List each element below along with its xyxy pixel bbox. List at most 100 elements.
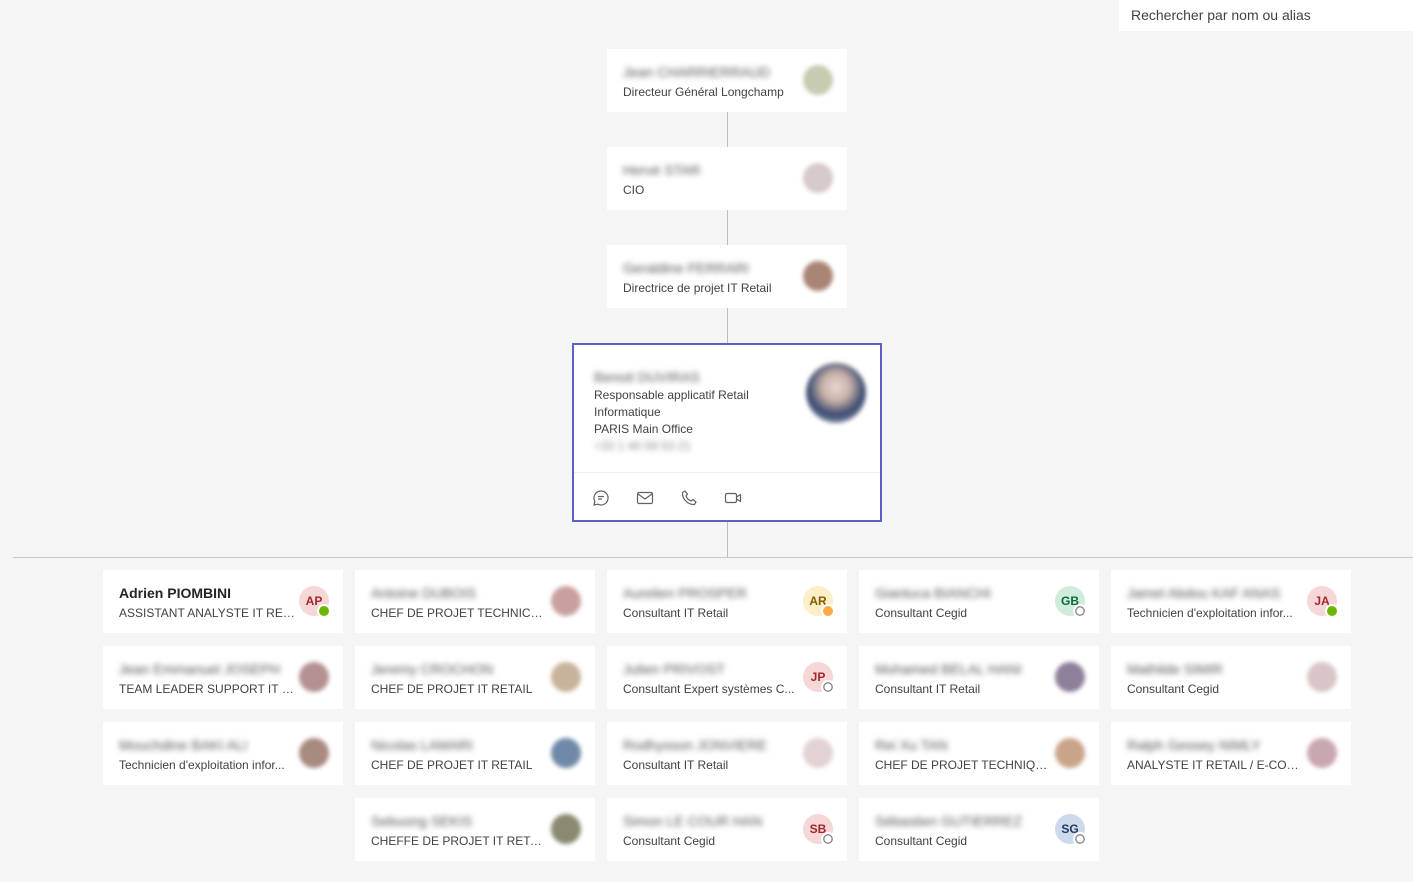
direct-report-card[interactable]: Jeremy CROCHON CHEF DE PROJET IT RETAIL: [355, 646, 595, 709]
person-title: Technicien d'exploitation infor...: [119, 758, 285, 772]
person-title: TEAM LEADER SUPPORT IT RE...: [119, 682, 295, 696]
direct-report-card[interactable]: Mohamed BELAL HANI Consultant IT Retail: [859, 646, 1099, 709]
person-title: Consultant Cegid: [623, 834, 716, 848]
person-name: Antoine DUBOIS: [371, 585, 477, 601]
avatar: [551, 814, 581, 844]
person-name: Mohamed BELAL HANI: [875, 661, 1022, 677]
direct-report-card[interactable]: Mouchdine BAKI ALI Technicien d'exploitat…: [103, 722, 343, 785]
direct-report-card[interactable]: Simon LE COUR HAN Consultant Cegid SB: [607, 798, 847, 861]
direct-report-card[interactable]: Adrien PIOMBINI ASSISTANT ANALYSTE IT RET…: [103, 570, 343, 633]
search-input[interactable]: Rechercher par nom ou alias: [1119, 0, 1413, 31]
presence-status-icon: [821, 680, 835, 694]
avatar: [803, 261, 833, 291]
chat-icon[interactable]: [592, 489, 610, 507]
direct-report-card[interactable]: Nicolas LAMARI CHEF DE PROJET IT RETAIL: [355, 722, 595, 785]
person-title: Consultant IT Retail: [623, 606, 729, 620]
focused-person-card[interactable]: Benoit DUVIRAS Responsable applicatif Re…: [572, 343, 882, 522]
person-name: Sébastien GUTIERREZ: [875, 813, 1023, 829]
manager-card[interactable]: Hervé STAR CIO: [607, 147, 847, 210]
avatar: [1307, 738, 1337, 768]
person-title: CHEF DE PROJET TECHNICO F...: [371, 606, 547, 620]
person-title: Consultant Cegid: [1127, 682, 1220, 696]
person-name: Aurelien PROSPER: [623, 585, 747, 601]
person-name: Julien PRIVOST: [623, 661, 725, 677]
manager-card[interactable]: Geraldine FERRARI Directrice de projet I…: [607, 245, 847, 308]
manager-title: Directrice de projet IT Retail: [623, 281, 772, 295]
direct-report-card[interactable]: Ralph Gessey NIMLY ANALYSTE IT RETAIL / E…: [1111, 722, 1351, 785]
avatar: [1055, 738, 1085, 768]
direct-report-card[interactable]: Gianluca BIANCHI Consultant Cegid GB: [859, 570, 1099, 633]
person-title: ASSISTANT ANALYSTE IT RETAIL: [119, 606, 295, 620]
direct-report-card[interactable]: Mathilde SIMIR Consultant Cegid: [1111, 646, 1351, 709]
connector-line: [727, 308, 728, 343]
person-name: Sebuong SEKIS: [371, 813, 473, 829]
phone-icon[interactable]: [680, 489, 698, 507]
person-name: Nicolas LAMARI: [371, 737, 473, 753]
person-name: Adrien PIOMBINI: [119, 585, 232, 601]
direct-report-card[interactable]: Sebuong SEKIS CHEFFE DE PROJET IT RETAIL: [355, 798, 595, 861]
person-name: Jeremy CROCHON: [371, 661, 494, 677]
person-title: Consultant Cegid: [875, 834, 968, 848]
avatar: SB: [803, 814, 835, 846]
person-title: Consultant IT Retail: [623, 758, 729, 772]
direct-report-card[interactable]: Julien PRIVOST Consultant Expert systèmes…: [607, 646, 847, 709]
avatar: AP: [299, 586, 331, 618]
reports-divider: [13, 557, 1413, 558]
person-title: Consultant IT Retail: [875, 682, 981, 696]
avatar: [803, 65, 833, 95]
avatar: [299, 662, 329, 692]
avatar: [551, 662, 581, 692]
avatar: JA: [1307, 586, 1339, 618]
mail-icon[interactable]: [636, 489, 654, 507]
connector-line: [727, 112, 728, 147]
person-title: CHEF DE PROJET IT RETAIL: [371, 682, 533, 696]
presence-status-icon: [1073, 604, 1087, 618]
person-department: Informatique: [594, 405, 661, 419]
connector-line: [727, 522, 728, 557]
presence-status-icon: [317, 604, 331, 618]
manager-card[interactable]: Jean CHARRIERRAUD Directeur Général Long…: [607, 49, 847, 112]
presence-status-icon: [1073, 832, 1087, 846]
person-title: Consultant Expert systèmes C...: [623, 682, 795, 696]
person-title: CHEFFE DE PROJET IT RETAIL: [371, 834, 547, 848]
person-name: Jean Emmanuel JOSEPH: [119, 661, 281, 677]
avatar: SG: [1055, 814, 1087, 846]
person-name: Mouchdine BAKI ALI: [119, 737, 248, 753]
direct-report-card[interactable]: Jamel Abdou KAF ANAS Technicien d'exploit…: [1111, 570, 1351, 633]
person-title: Technicien d'exploitation infor...: [1127, 606, 1293, 620]
presence-status-icon: [821, 832, 835, 846]
direct-report-card[interactable]: Antoine DUBOIS CHEF DE PROJET TECHNICO F.…: [355, 570, 595, 633]
manager-name: Hervé STAR: [623, 162, 701, 178]
person-name: Simon LE COUR HAN: [623, 813, 763, 829]
person-name: Jamel Abdou KAF ANAS: [1127, 585, 1281, 601]
person-title: CHEF DE PROJET TECHNIQUE ...: [875, 758, 1051, 772]
direct-report-card[interactable]: Aurelien PROSPER Consultant IT Retail AR: [607, 570, 847, 633]
avatar: JP: [803, 662, 835, 694]
direct-report-card[interactable]: Jean Emmanuel JOSEPH TEAM LEADER SUPPORT …: [103, 646, 343, 709]
presence-status-icon: [821, 604, 835, 618]
person-name: Mathilde SIMIR: [1127, 661, 1223, 677]
person-title: Responsable applicatif Retail: [594, 388, 749, 402]
person-phone: +33 1 40 59 53 21: [594, 439, 692, 453]
connector-line: [727, 210, 728, 245]
presence-status-icon: [1325, 604, 1339, 618]
person-office: PARIS Main Office: [594, 422, 693, 436]
video-icon[interactable]: [724, 489, 742, 507]
avatar: GB: [1055, 586, 1087, 618]
avatar: [1055, 662, 1085, 692]
direct-report-card[interactable]: Sébastien GUTIERREZ Consultant Cegid SG: [859, 798, 1099, 861]
person-title: ANALYSTE IT RETAIL / E-COM...: [1127, 758, 1303, 772]
manager-name: Jean CHARRIERRAUD: [623, 64, 771, 80]
person-name: Rei Xu TAN: [875, 737, 948, 753]
manager-title: CIO: [623, 183, 645, 197]
direct-report-card[interactable]: Rei Xu TAN CHEF DE PROJET TECHNIQUE ...: [859, 722, 1099, 785]
person-title: CHEF DE PROJET IT RETAIL: [371, 758, 533, 772]
avatar: [551, 738, 581, 768]
avatar: [803, 163, 833, 193]
avatar: [806, 363, 866, 423]
avatar: [803, 738, 833, 768]
divider: [574, 472, 880, 473]
person-name: Rodhysson JONVIERE: [623, 737, 767, 753]
direct-report-card[interactable]: Rodhysson JONVIERE Consultant IT Retail: [607, 722, 847, 785]
person-name: Gianluca BIANCHI: [875, 585, 991, 601]
